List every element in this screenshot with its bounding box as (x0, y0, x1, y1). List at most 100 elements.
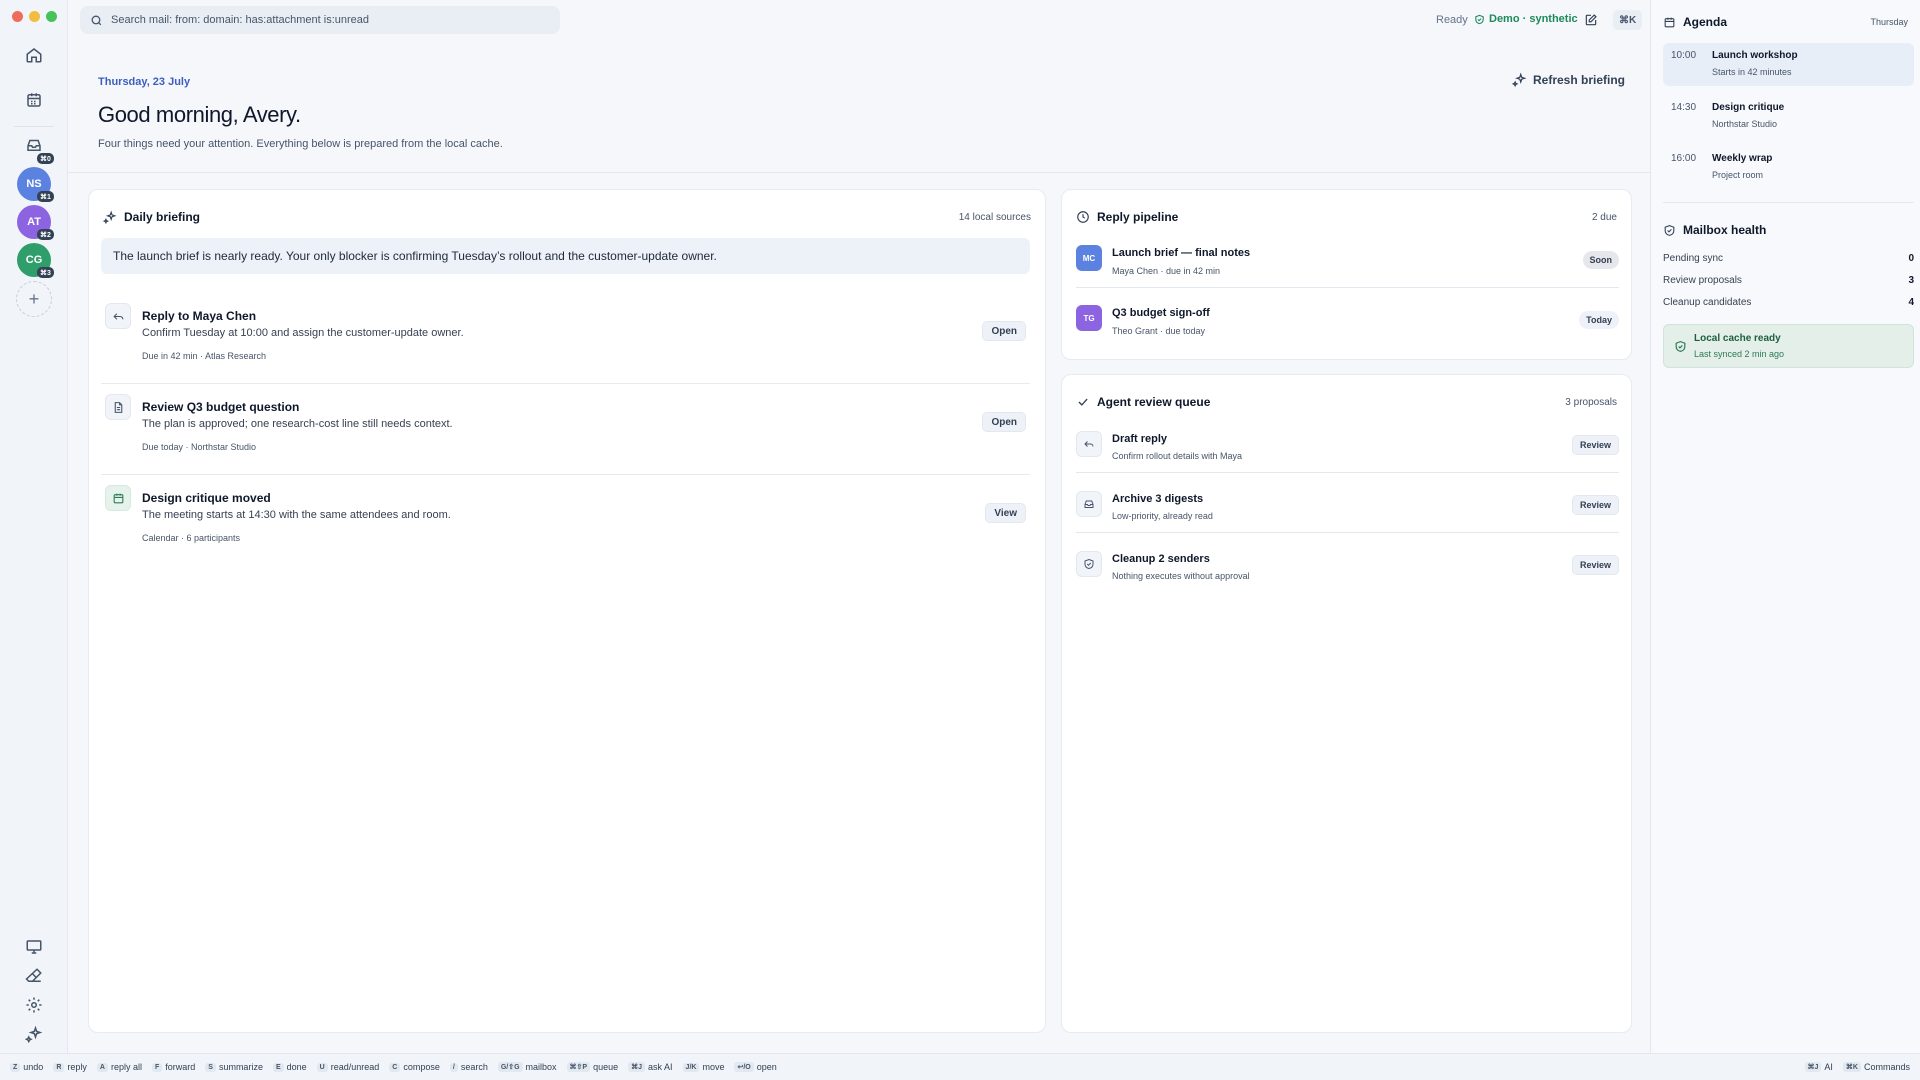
agenda-item[interactable]: 10:00 Launch workshop Starts in 42 minut… (1663, 43, 1914, 86)
shortcut-hint: Ssummarize (205, 1062, 263, 1072)
task-title: Reply to Maya Chen (142, 309, 257, 323)
review-button[interactable]: Review (1571, 555, 1619, 575)
shortcut-key: R (53, 1062, 65, 1072)
shortcut-key: ⌘J (628, 1062, 646, 1072)
mailbox-health-title: Mailbox health (1663, 223, 1766, 237)
agenda-time: 14:30 (1671, 102, 1697, 113)
health-label: Review proposals (1663, 275, 1742, 286)
divider (101, 383, 1030, 384)
card-title-text: Daily briefing (124, 210, 201, 224)
clock-icon (1077, 211, 1089, 223)
agenda-item-title: Design critique (1712, 102, 1785, 113)
daily-briefing-card: Daily briefing 14 local sources The laun… (88, 189, 1046, 1033)
agenda-item[interactable]: 16:00 Weekly wrap Project room (1663, 146, 1914, 189)
refresh-briefing-button[interactable]: Refresh briefing (1512, 72, 1625, 87)
shield-check-icon (1475, 14, 1484, 24)
card-title-text: Reply pipeline (1097, 210, 1179, 224)
add-account-button[interactable]: + (16, 281, 52, 317)
divider (1076, 532, 1619, 533)
shortcut-key: ↩/O (734, 1062, 754, 1072)
refresh-briefing-label: Refresh briefing (1533, 72, 1626, 87)
daily-briefing-title: Daily briefing (103, 210, 200, 224)
account-shortcut-badge: ⌘1 (37, 191, 54, 202)
agenda-item[interactable]: 14:30 Design critique Northstar Studio (1663, 95, 1914, 138)
home-button[interactable] (17, 38, 51, 72)
pipeline-item[interactable]: TG Q3 budget sign-off Theo Grant · due t… (1076, 305, 1619, 341)
checkmark-icon (1078, 398, 1088, 406)
shortcut-label: ask AI (648, 1062, 673, 1072)
shortcut-hint: Edone (272, 1062, 307, 1072)
ai-assist-button[interactable] (17, 1017, 51, 1051)
open-button[interactable]: Open (982, 412, 1026, 432)
left-rail: ⌘0 NS ⌘1 AT ⌘2 CG ⌘3 + (0, 0, 68, 1053)
shortcut-label: reply all (110, 1062, 142, 1072)
search-input[interactable] (111, 14, 541, 26)
ai-shortcut[interactable]: ⌘J AI (1804, 1062, 1833, 1072)
shortcut-label: compose (403, 1062, 440, 1072)
health-row: Cleanup candidates 4 (1663, 297, 1914, 308)
compose-button[interactable] (1580, 9, 1602, 31)
open-button[interactable]: Open (982, 321, 1026, 341)
search-box[interactable] (80, 6, 560, 34)
queue-item[interactable]: Draft reply Confirm rollout details with… (1076, 431, 1619, 463)
sparkle-icon (103, 210, 117, 224)
account-shortcut-badge: ⌘2 (37, 229, 54, 240)
task-item[interactable]: Design critique moved The meeting starts… (101, 485, 1030, 549)
divider (1663, 202, 1914, 203)
gear-icon (26, 997, 42, 1013)
shortcut-key: ⌘K (1842, 1062, 1861, 1072)
shortcut-label: done (286, 1062, 307, 1072)
minimize-window-button[interactable] (29, 11, 40, 22)
shortcut-hint: Uread/unread (316, 1062, 380, 1072)
shortcut-key: J/K (682, 1062, 700, 1072)
shortcut-key: U (316, 1062, 328, 1072)
source-count: 14 local sources (958, 212, 1031, 223)
cache-subtitle: Last synced 2 min ago (1694, 349, 1785, 359)
task-item[interactable]: Review Q3 budget question The plan is ap… (101, 394, 1030, 458)
shortcut-key: ⌘J (1804, 1062, 1822, 1072)
zoom-window-button[interactable] (46, 11, 57, 22)
agent-review-queue-card: Agent review queue 3 proposals Draft rep… (1061, 374, 1632, 1033)
view-button[interactable]: View (985, 503, 1026, 523)
pipeline-item-sub: Theo Grant · due today (1112, 326, 1206, 336)
queue-item[interactable]: Cleanup 2 senders Nothing executes witho… (1076, 551, 1619, 583)
task-title: Design critique moved (142, 491, 271, 505)
calendar-button[interactable] (17, 83, 51, 117)
page-subtitle: Four things need your attention. Everyth… (98, 138, 503, 150)
shortcut-label: read/unread (330, 1062, 380, 1072)
agenda-time: 16:00 (1671, 153, 1697, 164)
pipeline-item[interactable]: MC Launch brief — final notes Maya Chen … (1076, 245, 1619, 281)
command-palette-button[interactable]: ⌘K (1613, 10, 1643, 30)
status-badge: Today (1579, 311, 1619, 329)
shortcut-hint: Ccompose (389, 1062, 440, 1072)
right-panel: Agenda Thursday 10:00 Launch workshop St… (1650, 0, 1920, 1053)
task-description: Confirm Tuesday at 10:00 and assign the … (142, 327, 464, 339)
queue-item-title: Archive 3 digests (1112, 493, 1204, 505)
shortcut-key: G/⇧G (497, 1062, 523, 1072)
queue-item-sub: Nothing executes without approval (1112, 571, 1250, 581)
shortcut-list-right: ⌘J AI ⌘K Commands (1804, 1062, 1910, 1072)
queue-item[interactable]: Archive 3 digests Low-priority, already … (1076, 491, 1619, 523)
card-title-text: Agent review queue (1097, 395, 1211, 409)
pipeline-item-title: Q3 budget sign-off (1112, 307, 1210, 319)
commands-shortcut[interactable]: ⌘K Commands (1842, 1062, 1910, 1072)
shortcut-label: queue (593, 1062, 619, 1072)
close-window-button[interactable] (12, 11, 23, 22)
review-button[interactable]: Review (1571, 495, 1619, 515)
shortcut-label: forward (165, 1062, 196, 1072)
divider (1076, 472, 1619, 473)
page-title: Good morning, Avery. (98, 102, 301, 127)
shortcut-key: F (151, 1062, 163, 1072)
shortcut-list: Zundo Rreply Areply all Fforward Ssummar… (10, 1062, 777, 1072)
top-bar: Ready Demo · synthetic ⌘K (68, 0, 1650, 40)
task-item[interactable]: Reply to Maya Chen Confirm Tuesday at 10… (101, 303, 1030, 367)
review-button[interactable]: Review (1571, 435, 1619, 455)
task-description: The meeting starts at 14:30 with the sam… (142, 509, 451, 521)
mailbox-health-label: Mailbox health (1683, 223, 1767, 237)
due-count: 2 due (1591, 212, 1617, 223)
shortcut-key: S (205, 1062, 216, 1072)
account-shortcut-badge: ⌘3 (37, 267, 54, 278)
shortcut-label: undo (23, 1062, 44, 1072)
shortcut-key: A (96, 1062, 108, 1072)
compose-icon (1585, 14, 1597, 26)
